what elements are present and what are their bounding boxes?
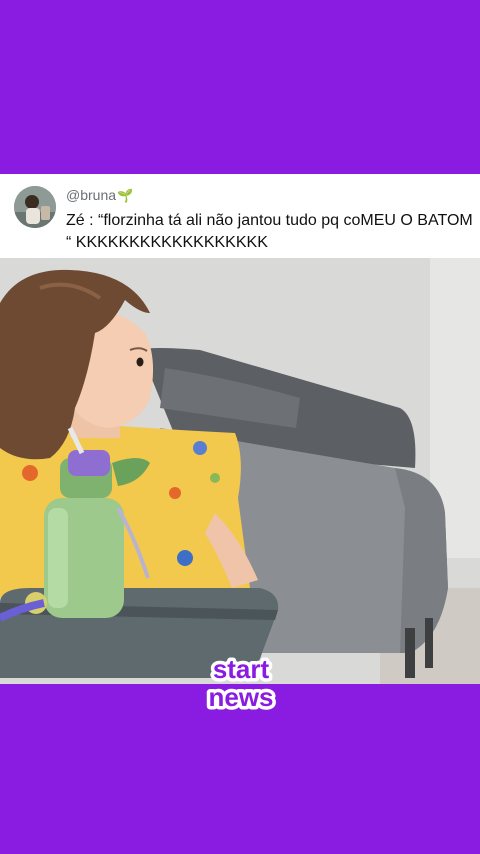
avatar-image — [14, 186, 56, 228]
video-image — [0, 258, 480, 684]
video-frame[interactable] — [0, 258, 480, 684]
logo-line-news: news — [208, 682, 273, 712]
sprout-icon: 🌱 — [117, 188, 134, 203]
username[interactable]: @bruna🌱 — [66, 187, 133, 204]
post-card: @bruna🌱 Zé : “florzinha tá ali não janto… — [0, 174, 480, 258]
avatar[interactable] — [14, 186, 56, 228]
username-text: @bruna — [66, 187, 117, 203]
logo-line-start: start — [213, 654, 270, 684]
startnews-logo: start start news news — [205, 652, 277, 716]
post-text: Zé : “florzinha tá ali não jantou tudo p… — [66, 212, 473, 251]
